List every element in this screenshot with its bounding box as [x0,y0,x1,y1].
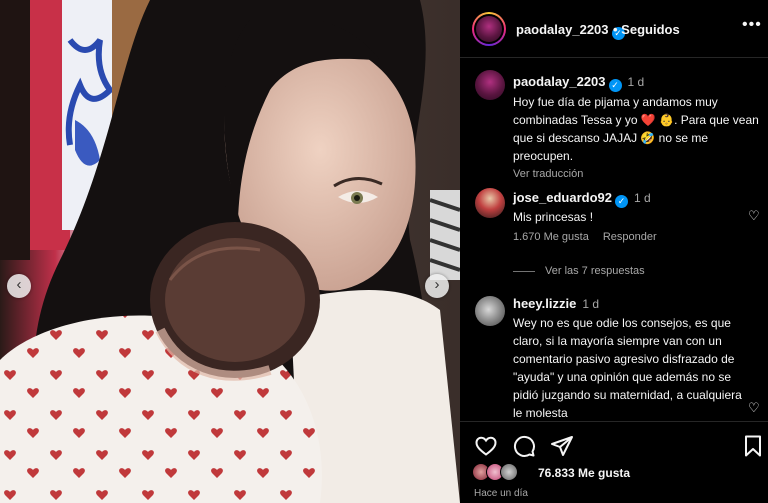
see-translation-link[interactable]: Ver traducción [513,165,761,184]
comment-avatar[interactable] [475,296,505,326]
post-header: paodalay_2203 ✓ • Seguidos ••• [460,0,768,58]
caption-text: Hoy fue día de pijama y andamos muy comb… [513,95,759,163]
comment-meta: 1.670 Me gusta Responder [513,231,748,243]
comment-username[interactable]: heey.lizzie [513,296,576,311]
caption-username[interactable]: paodalay_2203 [513,74,606,89]
post-photo-illustration [0,0,460,503]
author-username[interactable]: paodalay_2203 [516,22,609,37]
comment-username[interactable]: jose_eduardo92 [513,190,612,205]
comment-time: 1 d [582,297,600,311]
comment-item: jose_eduardo92 ✓ 1 d Mis princesas ! 1.670… [513,190,748,243]
author-username-block[interactable]: paodalay_2203 ✓ [516,22,625,40]
liker-avatar [500,463,518,481]
comment-text: Mis princesas ! [513,210,594,224]
comment-text: Wey no es que odie los consejos, es que … [513,316,742,420]
post-photo[interactable]: ‹ › [0,0,460,503]
reply-button[interactable]: Responder [603,231,657,243]
comment-item: heey.lizzie 1 d Wey no es que odie los co… [513,296,748,422]
caption-author-avatar[interactable] [475,70,505,100]
view-replies-button[interactable]: Ver las 7 respuestas [513,265,645,277]
save-bookmark-icon[interactable] [742,434,764,458]
next-photo-button[interactable]: › [425,274,449,298]
comment-time: 1 d [634,191,651,205]
comment-avatar[interactable] [475,188,505,218]
comment-likes-count[interactable]: 1.670 Me gusta [513,231,589,243]
follow-status[interactable]: • Seguidos [613,22,680,37]
post-caption: paodalay_2203 ✓ 1 d Hoy fue día de pijama … [513,72,761,184]
more-options-icon[interactable]: ••• [742,16,762,34]
likes-count[interactable]: 76.833 Me gusta [538,466,630,480]
follow-status-label[interactable]: Seguidos [621,22,680,37]
previous-photo-button[interactable]: ‹ [7,274,31,298]
bullet-separator: • [613,22,622,37]
verified-badge-icon: ✓ [615,195,628,208]
author-avatar[interactable] [472,12,506,46]
verified-badge-icon: ✓ [608,79,622,92]
post-timestamp: Hace un día [474,488,528,499]
caption-time: 1 d [627,75,645,89]
comment-bubble-icon[interactable] [512,434,536,458]
like-comment-heart-icon[interactable]: ♡ [748,400,760,416]
like-comment-heart-icon[interactable]: ♡ [748,208,760,224]
post-side-panel: paodalay_2203 ✓ • Seguidos ••• paodalay_2… [460,0,768,503]
like-heart-icon[interactable] [474,434,498,458]
share-send-icon[interactable] [550,434,574,458]
